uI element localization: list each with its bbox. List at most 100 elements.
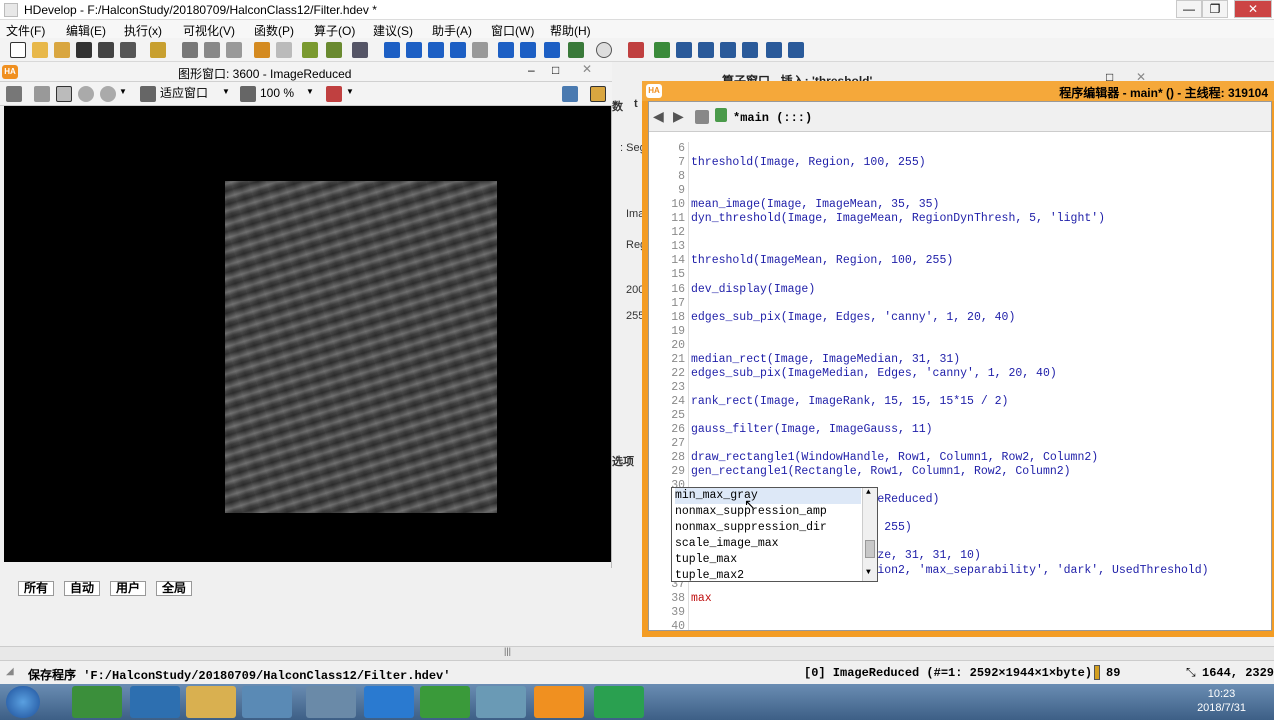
code-text[interactable]: draw_rectangle1(WindowHandle, Row1, Colu…	[691, 451, 1098, 465]
zoom-window-icon[interactable]	[788, 42, 804, 58]
tab-user[interactable]: 用户	[110, 581, 147, 596]
code-text[interactable]: mean_image(Image, ImageMean, 35, 35)	[691, 198, 939, 212]
autocomplete-item[interactable]: tuple_max2	[675, 568, 861, 581]
code-line[interactable]: 16 dev_display(Image)	[649, 283, 1271, 297]
code-text[interactable]: rank_rect(Image, ImageRank, 15, 15, 15*1…	[691, 395, 1008, 409]
menu-window[interactable]: 窗口(W)	[491, 22, 534, 39]
palette-chevron-down-icon[interactable]: ▼	[346, 87, 354, 96]
tab-auto[interactable]: 自动	[64, 581, 101, 596]
new-file-icon[interactable]	[10, 42, 26, 58]
menu-assistants[interactable]: 助手(A)	[432, 22, 472, 39]
step-into-icon[interactable]	[498, 42, 514, 58]
code-line[interactable]: 27	[649, 437, 1271, 451]
autocomplete-item[interactable]: min_max_gray	[675, 488, 861, 504]
code-line[interactable]: 11 dyn_threshold(Image, ImageMean, Region…	[649, 212, 1271, 226]
maximize-button[interactable]: ❐	[1202, 0, 1228, 18]
code-line[interactable]: 12	[649, 226, 1271, 240]
code-line[interactable]: 8	[649, 170, 1271, 184]
activate-icon[interactable]	[302, 42, 318, 58]
redo-icon[interactable]	[276, 42, 292, 58]
graphics-maximize-button[interactable]: □	[552, 63, 559, 77]
autocomplete-item[interactable]: nonmax_suppression_amp	[675, 504, 861, 520]
taskbar-meeting-icon[interactable]	[130, 686, 180, 718]
save-all-icon[interactable]	[120, 42, 136, 58]
run-to-insert-icon[interactable]	[406, 42, 422, 58]
zoom-level-combo[interactable]: 100 %	[260, 85, 294, 103]
code-text[interactable]: edges_sub_pix(ImageMedian, Edges, 'canny…	[691, 367, 1057, 381]
code-line[interactable]: 28 draw_rectangle1(WindowHandle, Row1, Co…	[649, 451, 1271, 465]
color-palette-icon[interactable]	[326, 86, 342, 102]
code-line[interactable]: 40	[649, 620, 1271, 634]
taskbar-notes-icon[interactable]	[420, 686, 470, 718]
deactivate-icon[interactable]	[326, 42, 342, 58]
undo-icon[interactable]	[254, 42, 270, 58]
scroll-down-icon[interactable]: ▼	[866, 568, 871, 577]
code-line[interactable]: 38 max	[649, 592, 1271, 606]
run-icon[interactable]	[384, 42, 400, 58]
code-line[interactable]: 10 mean_image(Image, ImageMean, 35, 35)	[649, 198, 1271, 212]
step-forward-icon[interactable]	[450, 42, 466, 58]
minimize-button[interactable]: —	[1176, 0, 1202, 18]
code-line[interactable]: 39	[649, 606, 1271, 620]
timer-icon[interactable]	[596, 42, 612, 58]
export-icon[interactable]	[150, 42, 166, 58]
code-line[interactable]: 6	[649, 142, 1271, 156]
system-tray-icons[interactable]	[988, 694, 1138, 710]
zoom-icon[interactable]	[78, 86, 94, 102]
menu-procedures[interactable]: 函数(P)	[254, 22, 294, 39]
scroll-up-icon[interactable]: ▲	[866, 488, 871, 497]
code-text[interactable]: dev_display(Image)	[691, 283, 815, 297]
paste-icon[interactable]	[226, 42, 242, 58]
code-text[interactable]: dyn_threshold(Image, ImageMean, RegionDy…	[691, 212, 1105, 226]
copy-icon[interactable]	[204, 42, 220, 58]
menu-edit[interactable]: 编辑(E)	[66, 22, 106, 39]
settings-gear-icon[interactable]	[590, 86, 606, 102]
save-icon[interactable]	[76, 42, 92, 58]
taskbar-screenshot-icon[interactable]	[306, 686, 356, 718]
line-profile-icon[interactable]	[676, 42, 692, 58]
open-file-icon[interactable]	[32, 42, 48, 58]
menu-file[interactable]: 文件(F)	[6, 22, 45, 39]
code-text[interactable]: median_rect(Image, ImageMedian, 31, 31)	[691, 353, 960, 367]
back-arrow-icon[interactable]: ◀	[653, 108, 664, 125]
tab-global[interactable]: 全局	[156, 581, 193, 596]
code-line[interactable]: 23	[649, 381, 1271, 395]
fit-window-combo[interactable]: 适应窗口	[160, 85, 208, 103]
zoom-chevron-down-icon[interactable]: ▼	[306, 87, 314, 96]
autocomplete-item[interactable]: nonmax_suppression_dir	[675, 520, 861, 536]
autocomplete-scrollbar[interactable]: ▲ ▼	[862, 488, 877, 581]
code-text[interactable]: threshold(Image, Region, 100, 255)	[691, 156, 926, 170]
reset-icon[interactable]	[544, 42, 560, 58]
autocomplete-item[interactable]: scale_image_max	[675, 536, 861, 552]
close-button[interactable]: ✕	[1234, 0, 1272, 18]
display-settings-icon[interactable]	[6, 86, 22, 102]
code-line[interactable]: 20	[649, 339, 1271, 353]
autocomplete-item[interactable]: tuple_max	[675, 552, 861, 568]
code-line[interactable]: 26 gauss_filter(Image, ImageGauss, 11)	[649, 423, 1271, 437]
menu-help[interactable]: 帮助(H)	[550, 22, 591, 39]
gray-histogram-icon[interactable]	[766, 42, 782, 58]
insert-code-icon[interactable]	[352, 42, 368, 58]
menu-visualize[interactable]: 可视化(V)	[183, 22, 235, 39]
feature-inspection-icon[interactable]	[742, 42, 758, 58]
reset-all-icon[interactable]	[568, 42, 584, 58]
save-as-icon[interactable]	[98, 42, 114, 58]
taskbar-halcon-icon[interactable]	[534, 686, 584, 718]
menu-execute[interactable]: 执行(x)	[124, 22, 162, 39]
code-line[interactable]: 29 gen_rectangle1(Rectangle, Row1, Column…	[649, 465, 1271, 479]
forward-arrow-icon[interactable]: ▶	[673, 108, 684, 125]
code-line[interactable]: 19	[649, 325, 1271, 339]
code-line[interactable]: 24 rank_rect(Image, ImageRank, 15, 15, 15…	[649, 395, 1271, 409]
open-example-icon[interactable]	[54, 42, 70, 58]
code-line[interactable]: 9	[649, 184, 1271, 198]
code-text[interactable]: gauss_filter(Image, ImageGauss, 11)	[691, 423, 933, 437]
code-line[interactable]: 17	[649, 297, 1271, 311]
taskbar-browser-icon[interactable]	[72, 686, 122, 718]
code-text[interactable]: max	[691, 592, 712, 606]
stop-icon[interactable]	[472, 42, 488, 58]
start-button-icon[interactable]	[6, 686, 40, 718]
procedure-selector[interactable]: *main (:::)	[733, 111, 812, 125]
menu-suggestions[interactable]: 建议(S)	[373, 22, 413, 39]
graphics-canvas[interactable]	[4, 106, 611, 562]
feature-histogram-icon[interactable]	[720, 42, 736, 58]
